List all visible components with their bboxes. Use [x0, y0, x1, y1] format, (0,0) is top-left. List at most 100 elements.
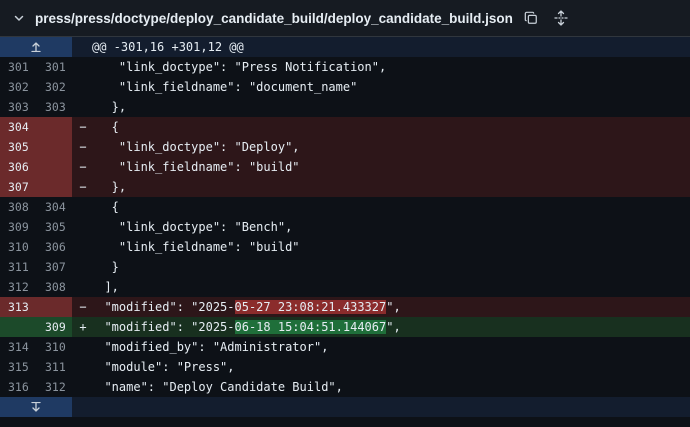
- unfold-icon[interactable]: [553, 10, 569, 26]
- expand-down-icon: [31, 402, 41, 412]
- copy-icon[interactable]: [523, 10, 539, 26]
- new-line-number[interactable]: 304: [36, 197, 72, 217]
- diff-marker: [72, 257, 90, 277]
- diff-marker: [72, 97, 90, 117]
- line-gutter: 303 303: [0, 97, 72, 117]
- new-line-number[interactable]: 303: [36, 97, 72, 117]
- line-gutter: 312 308: [0, 277, 72, 297]
- code-text: ],: [90, 280, 119, 294]
- diff-marker: [72, 337, 90, 357]
- new-line-number[interactable]: [36, 297, 72, 317]
- diff-line-del: 304 − {: [0, 117, 690, 137]
- diff-marker: [72, 57, 90, 77]
- code-text: },: [90, 100, 127, 114]
- diff-line-ctx: 309 305 "link_doctype": "Bench",: [0, 217, 690, 237]
- diff-marker: [72, 197, 90, 217]
- diff-line-add: 309 + "modified": "2025-06-18 15:04:51.14…: [0, 317, 690, 337]
- file-header: press/press/doctype/deploy_candidate_bui…: [0, 0, 690, 37]
- hunk-header-top: @@ -301,16 +301,12 @@: [0, 37, 690, 57]
- code-text: "link_doctype": "Deploy",: [90, 140, 300, 154]
- new-line-number[interactable]: [36, 117, 72, 137]
- line-gutter: 314 310: [0, 337, 72, 357]
- old-line-number[interactable]: 303: [0, 97, 36, 117]
- diff-marker: −: [79, 120, 87, 134]
- code-text: }: [90, 260, 119, 274]
- diff-line-del: 306 − "link_fieldname": "build": [0, 157, 690, 177]
- line-gutter: 311 307: [0, 257, 72, 277]
- diff-line-del: 307 − },: [0, 177, 690, 197]
- line-gutter: 301 301: [0, 57, 72, 77]
- new-line-number[interactable]: 306: [36, 237, 72, 257]
- file-path[interactable]: press/press/doctype/deploy_candidate_bui…: [35, 11, 513, 26]
- old-line-number[interactable]: [0, 317, 36, 337]
- new-line-number[interactable]: [36, 177, 72, 197]
- code-text: {: [90, 120, 119, 134]
- diff-marker: −: [79, 160, 87, 174]
- old-line-number[interactable]: 305: [0, 137, 36, 157]
- line-gutter: 307: [0, 177, 72, 197]
- diff-marker: [72, 277, 90, 297]
- new-line-number[interactable]: 309: [36, 317, 72, 337]
- new-line-number[interactable]: 305: [36, 217, 72, 237]
- old-line-number[interactable]: 312: [0, 277, 36, 297]
- old-line-number[interactable]: 308: [0, 197, 36, 217]
- changed-text-highlight: 06-18 15:04:51.144067: [234, 320, 387, 334]
- diff-line-ctx: 308 304 {: [0, 197, 690, 217]
- line-gutter: 308 304: [0, 197, 72, 217]
- diff-line-ctx: 316 312 "name": "Deploy Candidate Build",: [0, 377, 690, 397]
- code-text: {: [90, 200, 119, 214]
- old-line-number[interactable]: 313: [0, 297, 36, 317]
- old-line-number[interactable]: 310: [0, 237, 36, 257]
- diff-marker: −: [79, 140, 87, 154]
- line-gutter: 305: [0, 137, 72, 157]
- line-gutter: 309: [0, 317, 72, 337]
- new-line-number[interactable]: 301: [36, 57, 72, 77]
- diff-line-ctx: 302 302 "link_fieldname": "document_name": [0, 77, 690, 97]
- old-line-number[interactable]: 302: [0, 77, 36, 97]
- new-line-number[interactable]: 302: [36, 77, 72, 97]
- chevron-down-icon[interactable]: [12, 11, 26, 25]
- new-line-number[interactable]: 310: [36, 337, 72, 357]
- code-text: "link_doctype": "Press Notification",: [90, 60, 387, 74]
- expand-up-button[interactable]: [0, 37, 72, 57]
- changed-text-highlight: 05-27 23:08:21.433327: [234, 300, 387, 314]
- code-text: "link_fieldname": "build": [90, 240, 300, 254]
- old-line-number[interactable]: 304: [0, 117, 36, 137]
- line-gutter: 302 302: [0, 77, 72, 97]
- code-after-change: ",: [386, 300, 401, 314]
- diff-line-del: 313 − "modified": "2025-05-27 23:08:21.43…: [0, 297, 690, 317]
- new-line-number[interactable]: 312: [36, 377, 72, 397]
- code-text: "name": "Deploy Candidate Build",: [90, 380, 343, 394]
- diff-line-ctx: 311 307 }: [0, 257, 690, 277]
- expand-down-button[interactable]: [0, 397, 72, 417]
- diff-line-ctx: 315 311 "module": "Press",: [0, 357, 690, 377]
- diff-line-ctx: 314 310 "modified_by": "Administrator",: [0, 337, 690, 357]
- line-gutter: 316 312: [0, 377, 72, 397]
- old-line-number[interactable]: 309: [0, 217, 36, 237]
- old-line-number[interactable]: 315: [0, 357, 36, 377]
- old-line-number[interactable]: 316: [0, 377, 36, 397]
- code-text: "module": "Press",: [90, 360, 235, 374]
- old-line-number[interactable]: 301: [0, 57, 36, 77]
- code-before-change: "modified": "2025-: [90, 320, 235, 334]
- line-gutter: 309 305: [0, 217, 72, 237]
- old-line-number[interactable]: 311: [0, 257, 36, 277]
- new-line-number[interactable]: 307: [36, 257, 72, 277]
- diff-marker: [72, 77, 90, 97]
- new-line-number[interactable]: [36, 157, 72, 177]
- old-line-number[interactable]: 306: [0, 157, 36, 177]
- diff-marker: [72, 217, 90, 237]
- new-line-number[interactable]: 308: [36, 277, 72, 297]
- old-line-number[interactable]: 314: [0, 337, 36, 357]
- new-line-number[interactable]: [36, 137, 72, 157]
- diff-line-del: 305 − "link_doctype": "Deploy",: [0, 137, 690, 157]
- line-gutter: 306: [0, 157, 72, 177]
- new-line-number[interactable]: 311: [36, 357, 72, 377]
- code-after-change: ",: [386, 320, 401, 334]
- diff-line-ctx: 303 303 },: [0, 97, 690, 117]
- old-line-number[interactable]: 307: [0, 177, 36, 197]
- line-gutter: 313: [0, 297, 72, 317]
- line-gutter: 315 311: [0, 357, 72, 377]
- diff-line-ctx: 310 306 "link_fieldname": "build": [0, 237, 690, 257]
- line-gutter: 304: [0, 117, 72, 137]
